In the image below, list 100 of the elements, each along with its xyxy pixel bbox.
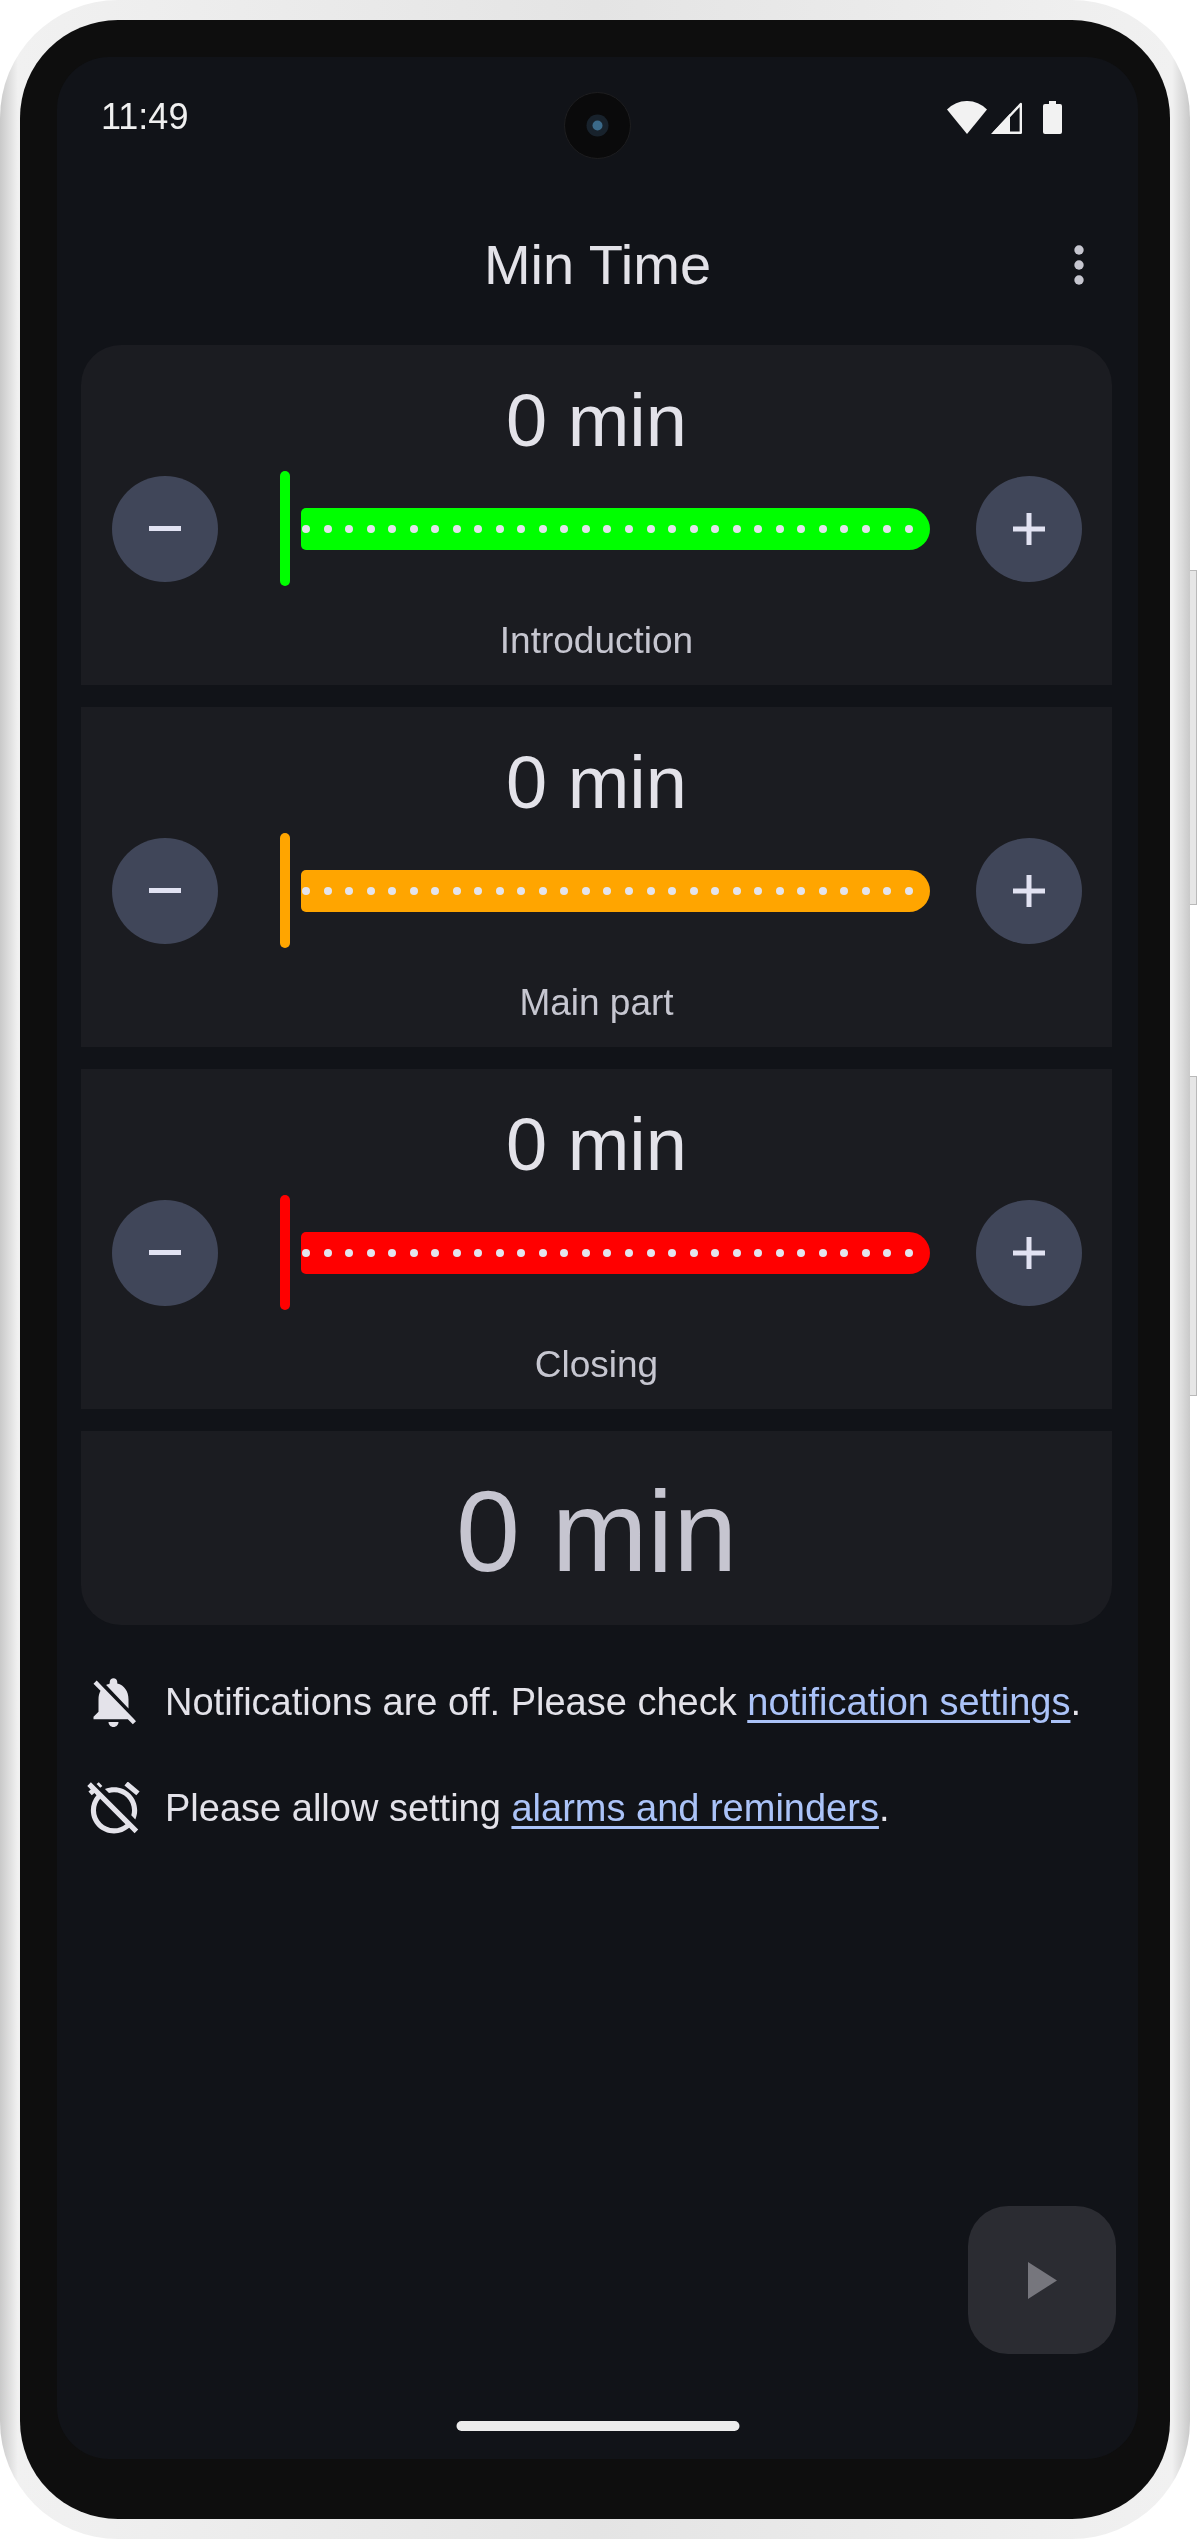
tick-mark	[581, 524, 590, 533]
tick-mark	[861, 1248, 870, 1257]
tick-mark	[689, 886, 698, 895]
tick-mark	[711, 524, 720, 533]
tick-mark	[474, 524, 483, 533]
tick-mark	[452, 886, 461, 895]
duration-value: 0 min	[506, 1102, 687, 1188]
tick-mark	[689, 1248, 698, 1257]
notice-text: Please allow setting alarms and reminders.	[165, 1786, 890, 1830]
tick-mark	[904, 886, 913, 895]
slider-track[interactable]	[280, 833, 930, 948]
tick-mark	[302, 524, 310, 533]
tick-mark	[603, 1248, 612, 1257]
side-button[interactable]	[1190, 570, 1197, 905]
tick-mark	[840, 886, 849, 895]
tick-mark	[883, 1248, 892, 1257]
tick-mark	[732, 524, 741, 533]
slider-track[interactable]	[280, 471, 930, 586]
tick-mark	[538, 524, 547, 533]
tick-mark	[883, 886, 892, 895]
tick-mark	[754, 524, 763, 533]
tick-mark	[689, 524, 698, 533]
tick-mark	[603, 524, 612, 533]
tick-mark	[388, 524, 397, 533]
plus-icon	[1013, 512, 1045, 545]
tick-mark	[323, 886, 332, 895]
notice-link[interactable]: notification settings	[747, 1680, 1071, 1723]
tick-mark	[474, 1248, 483, 1257]
tick-mark	[818, 1248, 827, 1257]
tick-mark	[345, 1248, 354, 1257]
tick-mark	[732, 886, 741, 895]
tick-mark	[797, 524, 806, 533]
tick-mark	[624, 524, 633, 533]
app-title: Min Time	[483, 232, 712, 299]
slider-thumb[interactable]	[280, 833, 290, 948]
notice-link[interactable]: alarms and reminders	[511, 1786, 879, 1829]
tick-mark	[538, 886, 547, 895]
tick-mark	[603, 886, 612, 895]
tick-mark	[431, 886, 440, 895]
tick-mark	[646, 886, 655, 895]
tick-mark	[366, 886, 375, 895]
duration-value: 0 min	[506, 378, 687, 464]
front-camera-icon	[564, 92, 631, 159]
tick-mark	[345, 524, 354, 533]
tick-mark	[775, 1248, 784, 1257]
tick-mark	[581, 886, 590, 895]
tick-mark	[668, 886, 677, 895]
tick-mark	[624, 1248, 633, 1257]
tick-mark	[818, 524, 827, 533]
tick-mark	[624, 886, 633, 895]
alarm-off-icon	[86, 1782, 140, 1834]
tick-mark	[409, 1248, 418, 1257]
side-button[interactable]	[1190, 1076, 1197, 1396]
tick-mark	[840, 524, 849, 533]
more-options-icon[interactable]	[1074, 245, 1084, 285]
tick-mark	[560, 886, 569, 895]
tick-mark	[431, 524, 440, 533]
tick-mark	[904, 524, 913, 533]
tick-mark	[517, 524, 526, 533]
tick-mark	[517, 1248, 526, 1257]
duration-value: 0 min	[506, 740, 687, 826]
tick-mark	[840, 1248, 849, 1257]
plus-icon	[1013, 1236, 1045, 1269]
tick-mark	[495, 886, 504, 895]
tick-mark	[517, 886, 526, 895]
total-duration: 0 min	[455, 1466, 738, 1597]
tick-mark	[538, 1248, 547, 1257]
tick-mark	[668, 1248, 677, 1257]
tick-mark	[409, 524, 418, 533]
tick-mark	[754, 1248, 763, 1257]
status-time: 11:49	[101, 96, 189, 138]
tick-mark	[581, 1248, 590, 1257]
tick-mark	[560, 524, 569, 533]
tick-mark	[646, 1248, 655, 1257]
slider-thumb[interactable]	[280, 471, 290, 586]
play-icon	[1027, 2261, 1057, 2299]
tick-mark	[452, 524, 461, 533]
tick-mark	[388, 1248, 397, 1257]
tick-mark	[732, 1248, 741, 1257]
tick-mark	[366, 524, 375, 533]
slider-track[interactable]	[280, 1195, 930, 1310]
minus-icon	[149, 888, 181, 893]
signal-icon	[991, 100, 1022, 134]
tick-mark	[797, 886, 806, 895]
tick-mark	[818, 886, 827, 895]
tick-mark	[409, 886, 418, 895]
tick-mark	[323, 1248, 332, 1257]
battery-icon	[1043, 100, 1062, 134]
minus-icon	[149, 526, 181, 531]
slider-thumb[interactable]	[280, 1195, 290, 1310]
segment-label: Main part	[519, 982, 674, 1024]
tick-mark	[775, 886, 784, 895]
segment-label: Closing	[534, 1344, 659, 1386]
tick-mark	[861, 524, 870, 533]
tick-mark	[495, 1248, 504, 1257]
tick-mark	[388, 886, 397, 895]
tick-mark	[431, 1248, 440, 1257]
notice-text: Notifications are off. Please check notification settings.	[165, 1680, 1081, 1724]
tick-mark	[302, 886, 310, 895]
tick-mark	[302, 1248, 310, 1257]
